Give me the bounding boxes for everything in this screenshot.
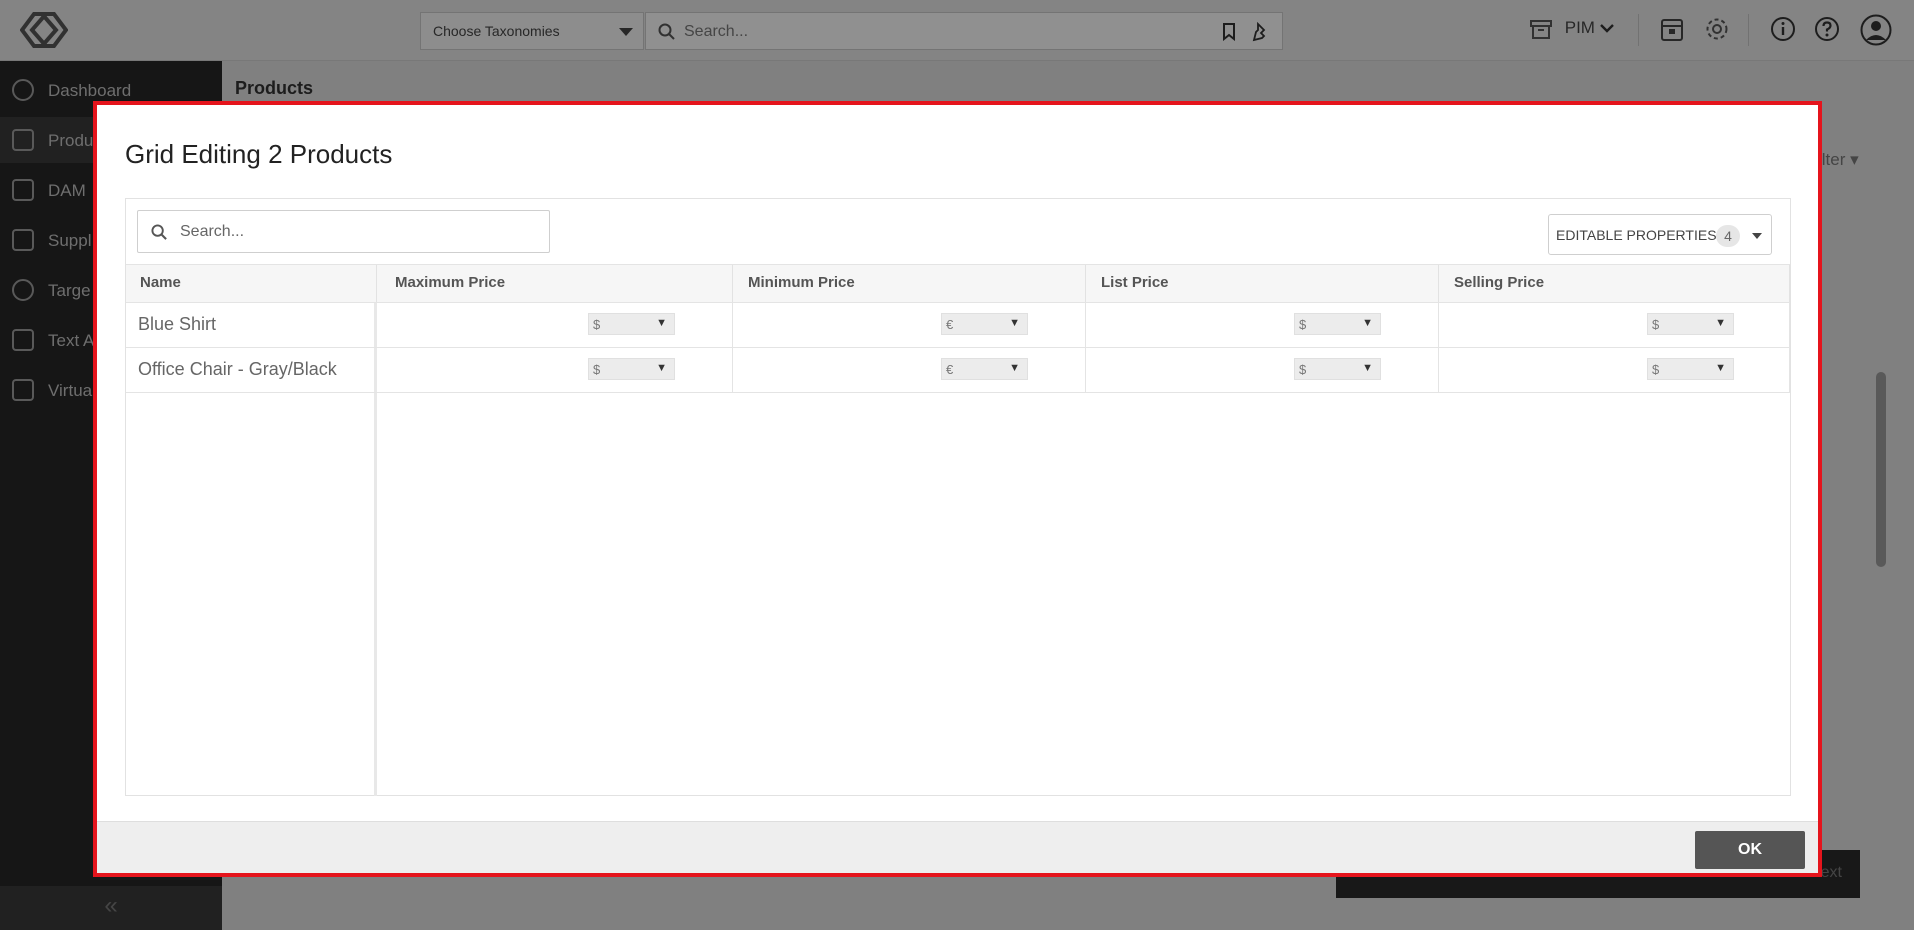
- ok-button[interactable]: OK: [1695, 831, 1805, 869]
- currency-value: $: [593, 317, 601, 332]
- product-name-cell[interactable]: Blue Shirt: [126, 303, 377, 347]
- currency-select[interactable]: € ▼: [941, 313, 1028, 335]
- grid-header-row: Name Maximum Price Minimum Price List Pr…: [126, 264, 1790, 303]
- column-header-minimum-price[interactable]: Minimum Price: [733, 265, 1086, 302]
- currency-select[interactable]: $ ▼: [588, 313, 675, 335]
- column-header-selling-price[interactable]: Selling Price: [1439, 265, 1790, 302]
- caret-down-icon: ▼: [1009, 362, 1020, 374]
- search-icon: [151, 224, 167, 240]
- currency-value: $: [1652, 317, 1660, 332]
- selling-price-cell[interactable]: $ ▼: [1439, 303, 1790, 347]
- currency-select[interactable]: $ ▼: [1294, 358, 1381, 380]
- grid-search-box[interactable]: [137, 210, 550, 253]
- editable-properties-count-badge: 4: [1716, 225, 1740, 247]
- grid-search-input[interactable]: [180, 219, 540, 245]
- column-header-maximum-price[interactable]: Maximum Price: [380, 265, 733, 302]
- list-price-cell[interactable]: $ ▼: [1086, 303, 1439, 347]
- currency-select[interactable]: $ ▼: [1647, 358, 1734, 380]
- selling-price-cell[interactable]: $ ▼: [1439, 348, 1790, 392]
- editable-properties-label: EDITABLE PROPERTIES: [1556, 227, 1717, 243]
- maximum-price-cell[interactable]: $ ▼: [380, 348, 733, 392]
- grid-editing-modal: Grid Editing 2 Products EDITABLE PROPERT…: [93, 101, 1822, 877]
- currency-value: $: [1299, 317, 1307, 332]
- currency-select[interactable]: € ▼: [941, 358, 1028, 380]
- currency-value: $: [593, 362, 601, 377]
- minimum-price-cell[interactable]: € ▼: [733, 303, 1086, 347]
- caret-down-icon: ▼: [656, 362, 667, 374]
- currency-value: $: [1299, 362, 1307, 377]
- column-header-name[interactable]: Name: [126, 265, 377, 302]
- caret-down-icon: ▼: [1362, 317, 1373, 329]
- currency-value: $: [1652, 362, 1660, 377]
- caret-down-icon: ▼: [1715, 362, 1726, 374]
- currency-select[interactable]: $ ▼: [1647, 313, 1734, 335]
- currency-value: €: [946, 317, 954, 332]
- caret-down-icon: ▼: [1715, 317, 1726, 329]
- caret-down-icon: ▼: [656, 317, 667, 329]
- column-header-list-price[interactable]: List Price: [1086, 265, 1439, 302]
- caret-down-icon: ▼: [1009, 317, 1020, 329]
- grid-panel: EDITABLE PROPERTIES 4 Name Maximum Price…: [125, 198, 1791, 796]
- currency-value: €: [946, 362, 954, 377]
- list-price-cell[interactable]: $ ▼: [1086, 348, 1439, 392]
- editable-properties-dropdown[interactable]: EDITABLE PROPERTIES 4: [1548, 214, 1772, 255]
- modal-title: Grid Editing 2 Products: [125, 139, 393, 169]
- table-row: Office Chair - Gray/Black $ ▼ € ▼ $ ▼ $ ▼: [126, 348, 1790, 393]
- caret-down-icon: [1752, 233, 1762, 239]
- table-row: Blue Shirt $ ▼ € ▼ $ ▼ $ ▼: [126, 303, 1790, 348]
- maximum-price-cell[interactable]: $ ▼: [380, 303, 733, 347]
- currency-select[interactable]: $ ▼: [1294, 313, 1381, 335]
- caret-down-icon: ▼: [1362, 362, 1373, 374]
- minimum-price-cell[interactable]: € ▼: [733, 348, 1086, 392]
- currency-select[interactable]: $ ▼: [588, 358, 675, 380]
- product-name-cell[interactable]: Office Chair - Gray/Black: [126, 348, 377, 392]
- modal-footer: OK: [97, 821, 1818, 873]
